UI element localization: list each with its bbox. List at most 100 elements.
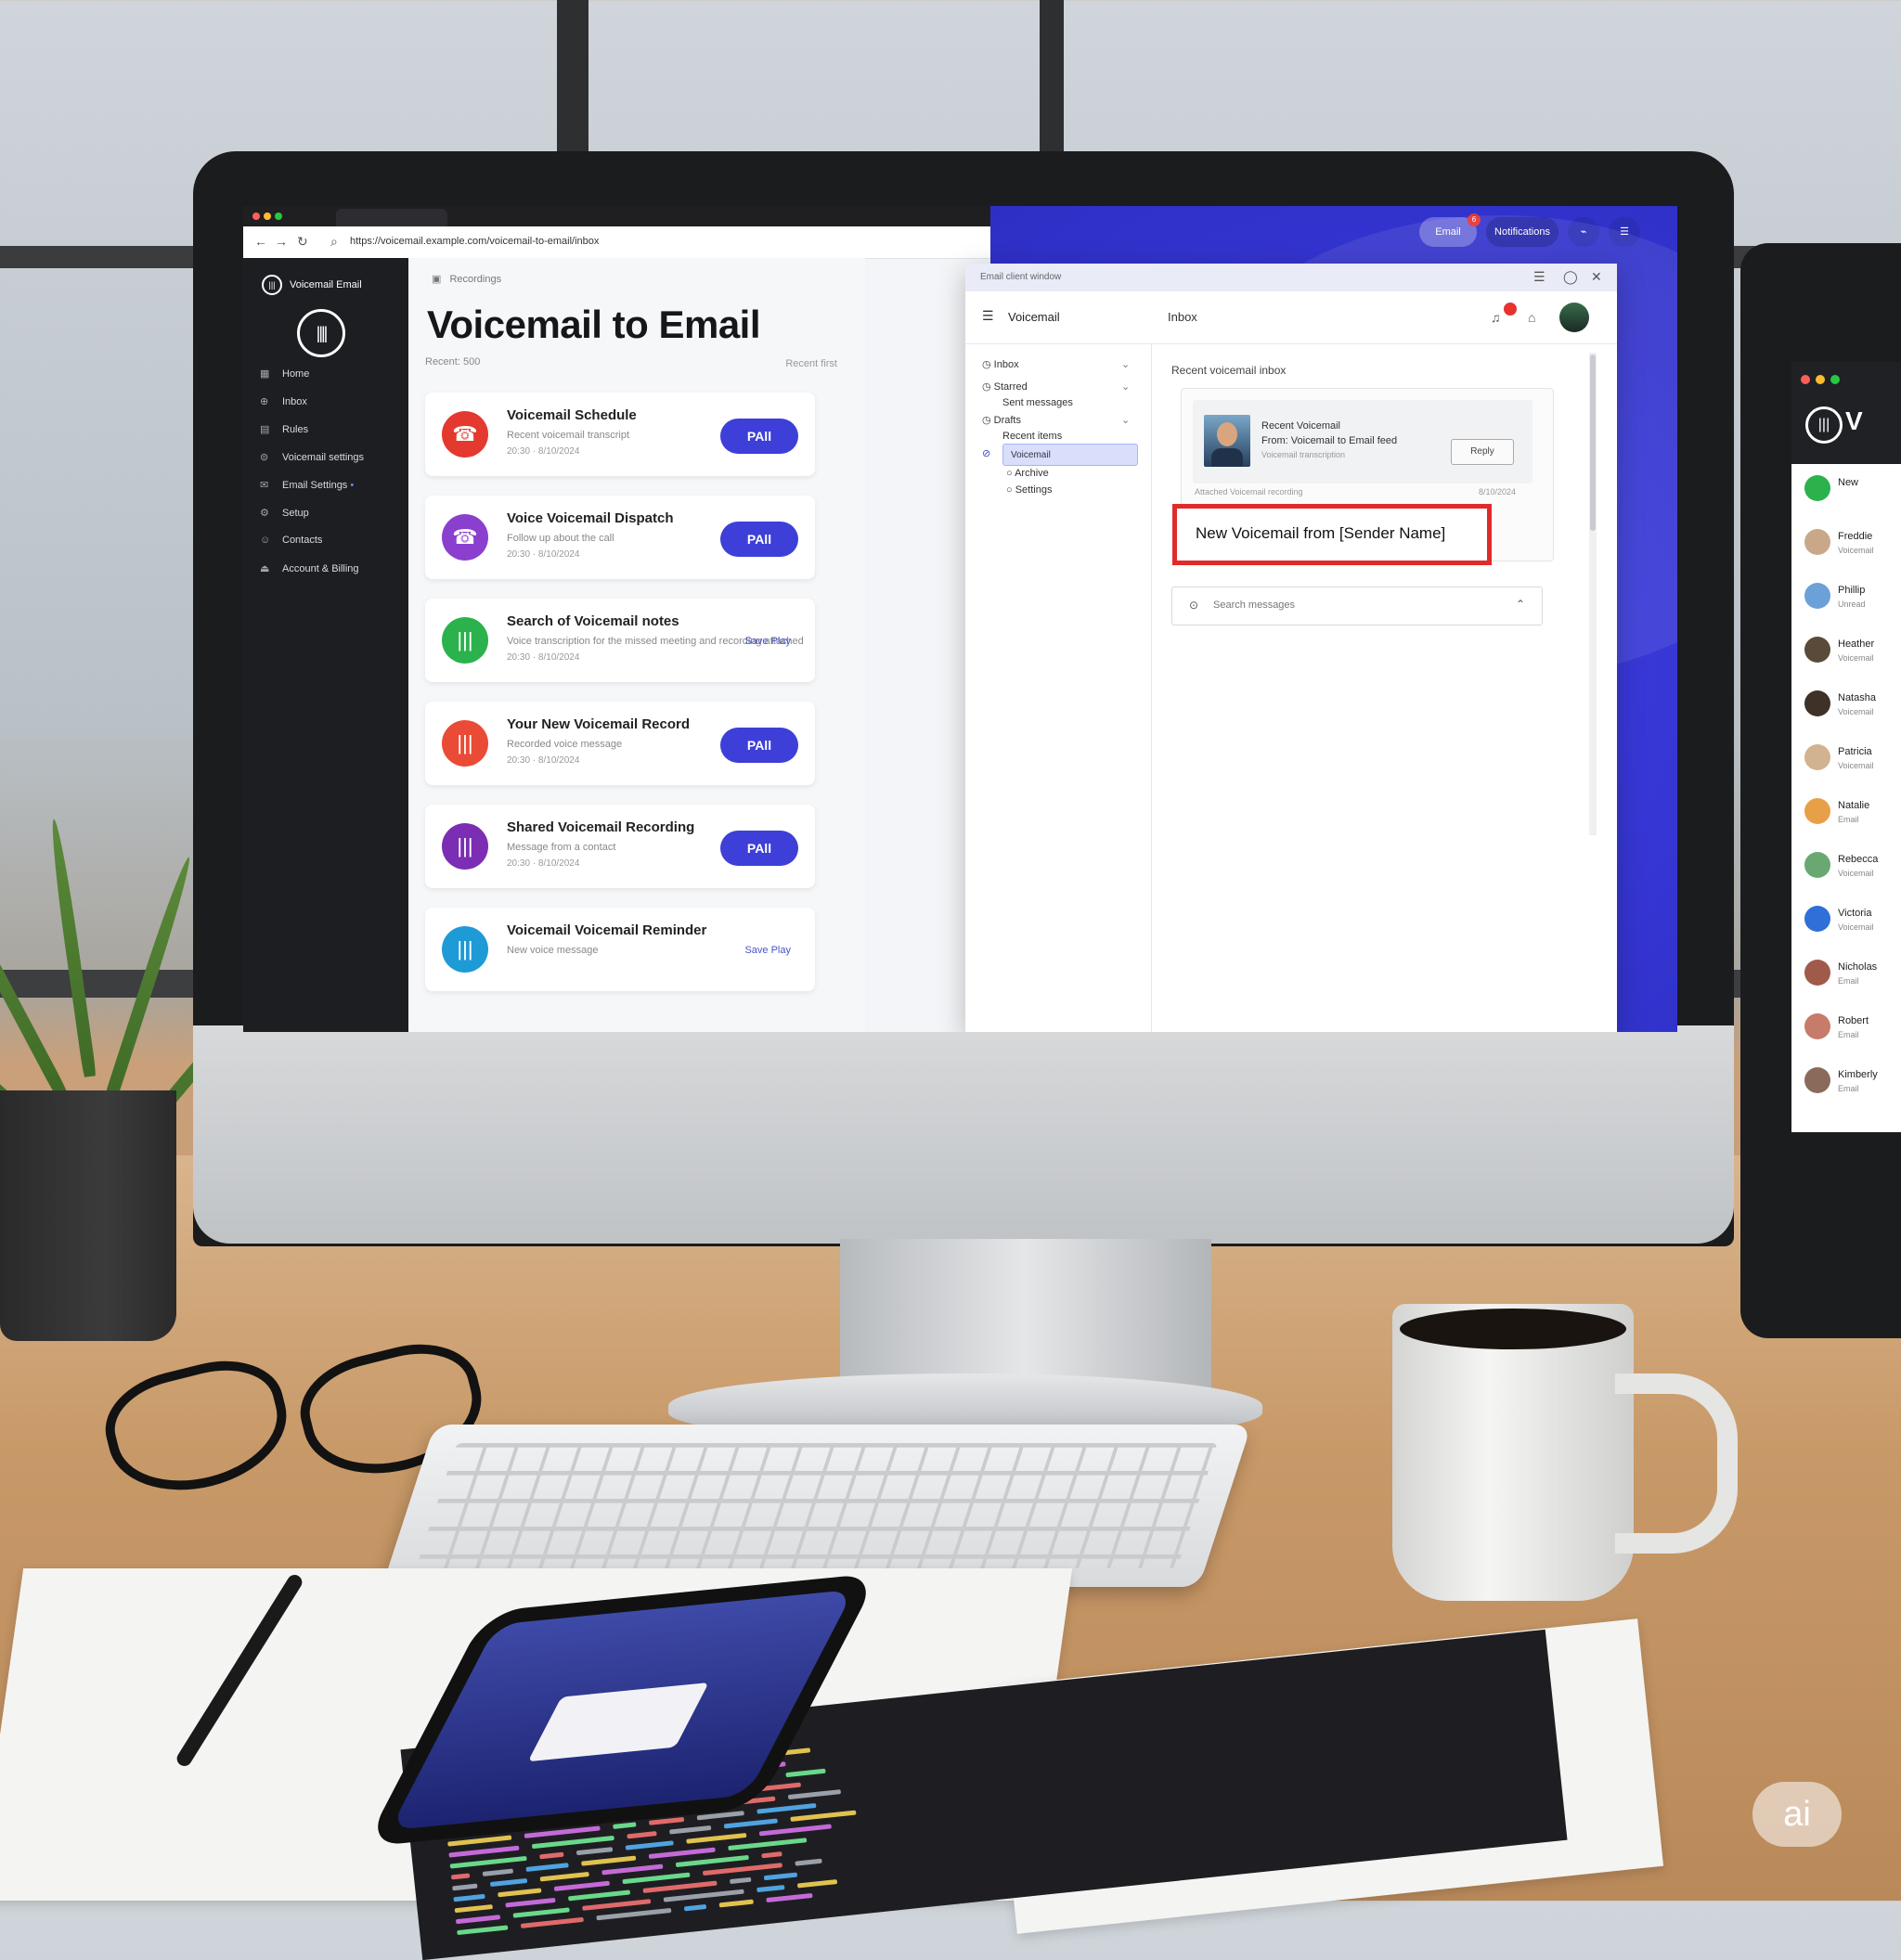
contact-row[interactable]: New bbox=[1791, 464, 1901, 518]
avatar bbox=[1804, 1013, 1830, 1039]
voicemail-card[interactable]: ||| Shared Voicemail Recording Message fro… bbox=[425, 805, 815, 888]
voicemail-card[interactable]: ||| Your New Voicemail Record Recorded voi… bbox=[425, 702, 815, 785]
contact-row[interactable]: Nicholas Email bbox=[1791, 948, 1901, 1002]
sidebar-item-7[interactable]: ⏏ Account & Billing bbox=[260, 562, 359, 574]
back-arrow-icon[interactable]: ← bbox=[254, 234, 267, 249]
code-line bbox=[448, 1845, 520, 1858]
close-icon[interactable]: ✕ bbox=[1591, 269, 1602, 285]
save-play-link[interactable]: Save Play bbox=[744, 945, 791, 956]
contact-row[interactable]: Kimberly Email bbox=[1791, 1056, 1901, 1110]
folder-item[interactable]: Sent messages bbox=[1002, 397, 1073, 408]
hamburger-menu-icon[interactable]: ☰ bbox=[1609, 217, 1640, 247]
sidebar-item-5[interactable]: ⚙ Setup bbox=[260, 507, 309, 519]
maximize-window-icon[interactable] bbox=[275, 213, 282, 220]
voicemail-card[interactable]: ☎ Voice Voicemail Dispatch Follow up about… bbox=[425, 496, 815, 579]
code-line bbox=[622, 1872, 691, 1885]
recordings-icon: ▣ bbox=[432, 274, 442, 285]
folder-item[interactable]: ○ Settings bbox=[1006, 484, 1052, 496]
sidebar-item-3[interactable]: ⊜ Voicemail settings bbox=[260, 451, 364, 463]
contact-name: New bbox=[1838, 477, 1859, 488]
play-button[interactable]: PAll bbox=[720, 831, 798, 866]
sidebar-item-0[interactable]: ▦ Home bbox=[260, 368, 309, 380]
chevron-down-icon[interactable]: ⌄ bbox=[1121, 380, 1130, 393]
reload-icon[interactable]: ↻ bbox=[297, 234, 308, 250]
contact-status: Email bbox=[1838, 815, 1859, 824]
search-placeholder: Search messages bbox=[1213, 600, 1296, 611]
play-button[interactable]: PAll bbox=[720, 419, 798, 454]
email-toggle-button[interactable]: Email 6 bbox=[1419, 213, 1481, 247]
bell-icon[interactable]: ♫ bbox=[1491, 310, 1501, 325]
notifications-button[interactable]: Notifications bbox=[1486, 217, 1558, 247]
save-play-link[interactable]: Save Play bbox=[744, 636, 791, 647]
restore-window-icon[interactable]: ◯ bbox=[1563, 269, 1578, 285]
folder-label: Starred bbox=[993, 381, 1028, 393]
user-icon[interactable]: ⌃ bbox=[1516, 598, 1525, 611]
folder-item[interactable]: ◷ Starred ⌄ bbox=[982, 380, 1130, 393]
scrollbar-thumb[interactable] bbox=[1590, 355, 1596, 531]
voicemail-card[interactable]: ||| Voicemail Voicemail Reminder New voice… bbox=[425, 908, 815, 991]
menu-icon[interactable]: ☰ bbox=[982, 308, 994, 324]
brand-name: Voicemail Email bbox=[290, 278, 362, 290]
contact-row[interactable]: Rebecca Voicemail bbox=[1791, 841, 1901, 895]
code-line bbox=[453, 1893, 485, 1902]
section-title: Recent voicemail inbox bbox=[1171, 364, 1287, 377]
contact-name: Victoria bbox=[1838, 908, 1872, 919]
chevron-down-icon[interactable]: ⌄ bbox=[1121, 358, 1130, 370]
sidebar-item-6[interactable]: ☺ Contacts bbox=[260, 535, 322, 546]
code-line bbox=[539, 1871, 589, 1882]
search-input[interactable]: ⊙ Search messages ⌃ bbox=[1171, 587, 1543, 625]
contact-row[interactable]: Natasha Voicemail bbox=[1791, 679, 1901, 733]
avatar bbox=[1804, 529, 1830, 555]
voicemail-time: 20:30 · 8/10/2024 bbox=[507, 652, 580, 663]
code-line bbox=[450, 1873, 471, 1880]
folder-voicemail[interactable]: Voicemail bbox=[1002, 444, 1138, 466]
contact-row[interactable]: Phillip Unread bbox=[1791, 572, 1901, 625]
coffee bbox=[1400, 1309, 1626, 1349]
folder-item[interactable]: ◷ Inbox ⌄ bbox=[982, 358, 1130, 370]
url-field[interactable]: https://voicemail.example.com/voicemail-… bbox=[350, 236, 599, 247]
browser-tab[interactable] bbox=[336, 209, 447, 226]
sort-control[interactable]: Recent first bbox=[785, 358, 837, 369]
folder-item[interactable]: ○ Archive bbox=[1006, 468, 1049, 479]
sidebar-item-4[interactable]: ✉ Email Settings • bbox=[260, 479, 354, 491]
chevron-down-icon[interactable]: ⌄ bbox=[1121, 414, 1130, 426]
sidebar-item-2[interactable]: ▤ Rules bbox=[260, 423, 308, 435]
voicemail-email-card[interactable]: Recent Voicemail From: Voicemail to Emai… bbox=[1172, 388, 1554, 565]
user-avatar[interactable] bbox=[1559, 303, 1589, 332]
activity-icon[interactable]: ⌁ bbox=[1568, 217, 1599, 247]
voicemail-title: Voicemail Schedule bbox=[507, 407, 637, 423]
list-count: Recent: 500 bbox=[425, 356, 481, 368]
list-view-icon[interactable]: ☰ bbox=[1533, 269, 1545, 285]
code-line bbox=[686, 1832, 747, 1844]
contact-row[interactable]: Robert Email bbox=[1791, 1002, 1901, 1056]
voicemail-wave-logo-icon: |||| bbox=[297, 309, 345, 357]
minimize-window-icon[interactable] bbox=[264, 213, 271, 220]
sidebar-item-1[interactable]: ⊕ Inbox bbox=[260, 395, 307, 407]
voicemail-card[interactable]: ||| Search of Voicemail notes Voice transc… bbox=[425, 599, 815, 682]
code-line bbox=[648, 1847, 716, 1860]
play-button[interactable]: PAll bbox=[720, 522, 798, 557]
contact-row[interactable]: Heather Voicemail bbox=[1791, 625, 1901, 679]
avatar bbox=[1804, 475, 1830, 501]
code-line bbox=[452, 1883, 478, 1891]
share-icon[interactable]: ⌂ bbox=[1528, 310, 1535, 325]
code-line bbox=[596, 1907, 672, 1921]
folder-item[interactable]: Recent items bbox=[1002, 431, 1062, 442]
reply-button[interactable]: Reply bbox=[1451, 439, 1514, 465]
contact-row[interactable]: Freddie Voicemail bbox=[1791, 518, 1901, 572]
grid-icon: ▦ bbox=[260, 368, 270, 380]
contact-row[interactable]: Natalie Email bbox=[1791, 787, 1901, 841]
close-window-icon[interactable] bbox=[252, 213, 260, 220]
code-line bbox=[581, 1855, 637, 1866]
phone-icon: ☎ bbox=[442, 411, 488, 458]
play-button[interactable]: PAll bbox=[720, 728, 798, 763]
folder-item[interactable]: ◷ Drafts ⌄ bbox=[982, 414, 1130, 426]
forward-arrow-icon[interactable]: → bbox=[275, 234, 288, 249]
sidebar-brand[interactable]: ||| Voicemail Email bbox=[262, 275, 362, 295]
contact-row[interactable]: Victoria Voicemail bbox=[1791, 895, 1901, 948]
breadcrumb[interactable]: ▣ Recordings bbox=[432, 273, 501, 285]
voicemail-card[interactable]: ☎ Voicemail Schedule Recent voicemail tran… bbox=[425, 393, 815, 476]
contact-row[interactable]: Patricia Voicemail bbox=[1791, 733, 1901, 787]
mug-handle bbox=[1615, 1373, 1738, 1554]
sidebar: ||| Voicemail Email |||| ▦ Home ⊕ Inbox ▤ Rule… bbox=[243, 258, 408, 1032]
